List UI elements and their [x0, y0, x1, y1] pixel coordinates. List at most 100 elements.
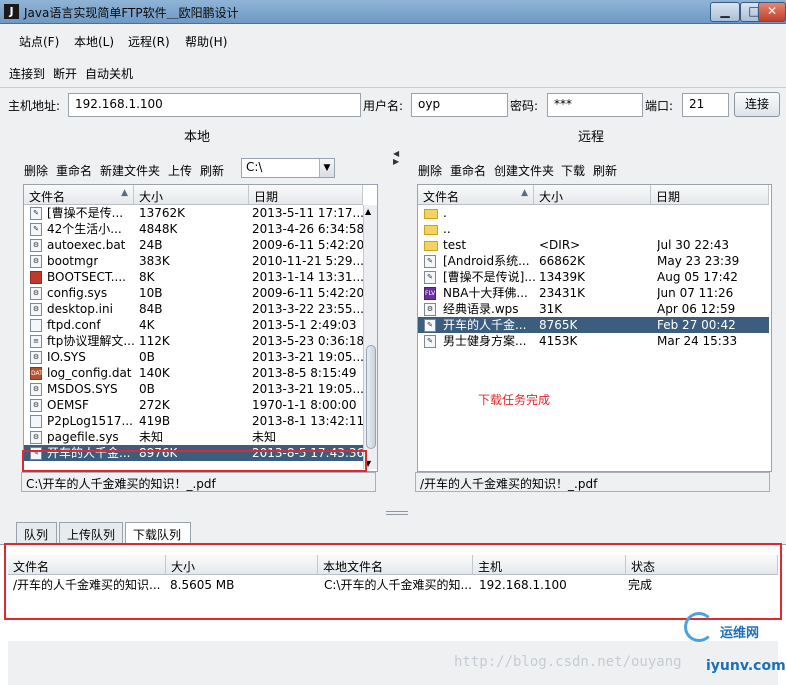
connect-to-button[interactable]: 连接到	[9, 65, 45, 82]
queue-col-status[interactable]: 状态	[626, 555, 778, 575]
queue-col-file[interactable]: 文件名	[8, 555, 166, 575]
local-row[interactable]: ≡ ftp协议理解文... 112K 2013-5-23 0:36:18	[24, 333, 363, 349]
remote-file-list[interactable]: 文件名 ▲ 大小 日期 ... test <DIR> Jul 30 22:43 ✎ [And…	[417, 184, 772, 472]
local-file-list[interactable]: 文件名 ▲ 大小 日期 ✎ [曹操不是传... 13762K 2013-5-11 17:…	[23, 184, 378, 472]
minimize-button[interactable]: ▁	[710, 2, 740, 22]
tab-queue[interactable]: 队列	[16, 522, 57, 544]
chevron-down-icon[interactable]: ▼	[319, 159, 334, 177]
settings-file-icon: ⚙	[30, 287, 42, 300]
remote-row[interactable]: ✎ 男士健身方案... 4153K Mar 24 15:33	[418, 333, 769, 349]
local-cell-date: 2013-5-23 0:36:18	[252, 334, 363, 348]
remote-row[interactable]: test <DIR> Jul 30 22:43	[418, 237, 769, 253]
remote-cell-size: 66862K	[539, 254, 586, 268]
local-row[interactable]: ⚙ pagefile.sys 未知 未知	[24, 429, 363, 445]
remote-col-date[interactable]: 日期	[651, 185, 769, 205]
remote-cell-date: Feb 27 00:42	[657, 318, 736, 332]
close-button[interactable]: ✕	[758, 2, 786, 22]
menu-site[interactable]: 站点(F)	[19, 33, 59, 50]
remote-row[interactable]: ⚙ 经典语录.wps 31K Apr 06 12:59	[418, 301, 769, 317]
scrollbar-thumb[interactable]	[366, 345, 376, 449]
local-col-filename-label: 文件名	[29, 190, 66, 204]
local-row[interactable]: BOOTSECT.... 8K 2013-1-14 13:31...	[24, 269, 363, 285]
disconnect-button[interactable]: 断开	[53, 65, 77, 82]
local-row[interactable]: P2pLog1517... 419B 2013-8-1 13:42:11	[24, 413, 363, 429]
remote-row[interactable]: ✎ [曹操不是传说]... 13439K Aug 05 17:42	[418, 269, 769, 285]
remote-panel-title: 远程	[578, 130, 605, 145]
queue-row[interactable]: /开车的人千金难买的知识... 8.5605 MB C:\开车的人千金难买的知.…	[8, 577, 778, 593]
menu-help[interactable]: 帮助(H)	[185, 33, 227, 50]
remote-refresh-button[interactable]: 刷新	[593, 162, 617, 179]
remote-rename-button[interactable]: 重命名	[450, 162, 486, 179]
queue-row-host: 192.168.1.100	[479, 578, 567, 592]
window-title: Java语言实现简单FTP软件＿欧阳鹏设计	[24, 6, 239, 20]
local-row[interactable]: ✎ [曹操不是传... 13762K 2013-5-11 17:17...	[24, 205, 363, 221]
local-row[interactable]: ⚙ bootmgr 383K 2010-11-21 5:29...	[24, 253, 363, 269]
queue-col-size[interactable]: 大小	[166, 555, 318, 575]
host-input[interactable]: 192.168.1.100	[68, 93, 361, 117]
local-col-size[interactable]: 大小	[134, 185, 249, 205]
remote-cell-name: NBA十大拜佛...	[443, 286, 528, 300]
local-row[interactable]: ftpd.conf 4K 2013-5-1 2:49:03	[24, 317, 363, 333]
user-label: 用户名:	[363, 99, 404, 113]
splitter-arrows[interactable]: ◀ ▶	[393, 150, 399, 166]
local-row-selected[interactable]: ✎ 开车的人千金... 8976K 2013-8-5 17:43:36	[24, 445, 363, 461]
remote-delete-button[interactable]: 删除	[418, 162, 442, 179]
scroll-down-icon[interactable]: ▼	[365, 459, 371, 468]
local-upload-button[interactable]: 上传	[168, 162, 192, 179]
tab-upload-queue[interactable]: 上传队列	[59, 522, 123, 544]
text-file-icon: ✎	[30, 207, 42, 220]
port-input[interactable]: 21	[682, 93, 729, 117]
connect-button[interactable]: 连接	[734, 92, 780, 117]
remote-row[interactable]: .	[418, 205, 769, 221]
local-scrollbar[interactable]: ▲ ▼	[363, 205, 377, 469]
remote-col-size[interactable]: 大小	[534, 185, 651, 205]
local-new-folder-button[interactable]: 新建文件夹	[100, 162, 160, 179]
remote-col-filename-label: 文件名	[423, 190, 460, 204]
remote-download-button[interactable]: 下载	[561, 162, 585, 179]
password-input[interactable]: ***	[547, 93, 643, 117]
brand-logo-icon	[684, 612, 714, 642]
remote-cell-name: 男士健身方案...	[443, 334, 527, 348]
queue-col-host[interactable]: 主机	[473, 555, 626, 575]
remote-create-folder-button[interactable]: 创建文件夹	[494, 162, 554, 179]
watermark-url: http://blog.csdn.net/ouyang	[454, 654, 682, 670]
menu-remote[interactable]: 远程(R)	[128, 33, 170, 50]
local-row[interactable]: ⚙ desktop.ini 84B 2013-3-22 23:55...	[24, 301, 363, 317]
tab-download-queue[interactable]: 下载队列	[125, 522, 191, 544]
local-row[interactable]: ⚙ OEMSF 272K 1970-1-1 8:00:00	[24, 397, 363, 413]
local-row[interactable]: ⚙ MSDOS.SYS 0B 2013-3-21 19:05...	[24, 381, 363, 397]
scroll-up-icon[interactable]: ▲	[365, 207, 371, 216]
remote-row[interactable]: ..	[418, 221, 769, 237]
remote-cell-size: 31K	[539, 302, 563, 316]
local-row[interactable]: ⚙ config.sys 10B 2009-6-11 5:42:20	[24, 285, 363, 301]
remote-row[interactable]: FLV NBA十大拜佛... 23431K Jun 07 11:26	[418, 285, 769, 301]
local-col-date[interactable]: 日期	[249, 185, 363, 205]
local-col-filename[interactable]: 文件名 ▲	[24, 185, 134, 205]
local-rename-button[interactable]: 重命名	[56, 162, 92, 179]
local-cell-name: OEMSF	[47, 398, 89, 412]
local-cell-name: config.sys	[47, 286, 108, 300]
local-row[interactable]: ⚙ autoexec.bat 24B 2009-6-11 5:42:20	[24, 237, 363, 253]
settings-file-icon: ⚙	[30, 239, 42, 252]
queue-col-local-file[interactable]: 本地文件名	[318, 555, 473, 575]
drive-select[interactable]: C:\ ▼	[241, 158, 335, 178]
remote-col-filename[interactable]: 文件名 ▲	[418, 185, 534, 205]
local-row[interactable]: ✎ 42个生活小... 4848K 2013-4-26 6:34:58	[24, 221, 363, 237]
local-row[interactable]: DAT log_config.dat 140K 2013-8-5 8:15:49	[24, 365, 363, 381]
remote-cell-date: Apr 06 12:59	[657, 302, 736, 316]
local-cell-date: 2013-8-5 17:43:36	[252, 446, 363, 460]
local-cell-name: P2pLog1517...	[47, 414, 133, 428]
username-input[interactable]: oyp	[411, 93, 508, 117]
menu-local[interactable]: 本地(L)	[74, 33, 114, 50]
auto-shutdown-button[interactable]: 自动关机	[85, 65, 133, 82]
remote-row-selected[interactable]: ✎ 开车的人千金... 8765K Feb 27 00:42	[418, 317, 769, 333]
text-file-icon: ✎	[424, 271, 436, 284]
local-refresh-button[interactable]: 刷新	[200, 162, 224, 179]
local-cell-name: autoexec.bat	[47, 238, 126, 252]
remote-row[interactable]: ✎ [Android系统... 66862K May 23 23:39	[418, 253, 769, 269]
local-cell-date: 2013-5-1 2:49:03	[252, 318, 357, 332]
local-cell-size: 272K	[139, 398, 170, 412]
divider-grip[interactable]	[386, 511, 408, 515]
local-delete-button[interactable]: 删除	[24, 162, 48, 179]
local-row[interactable]: ⚙ IO.SYS 0B 2013-3-21 19:05...	[24, 349, 363, 365]
